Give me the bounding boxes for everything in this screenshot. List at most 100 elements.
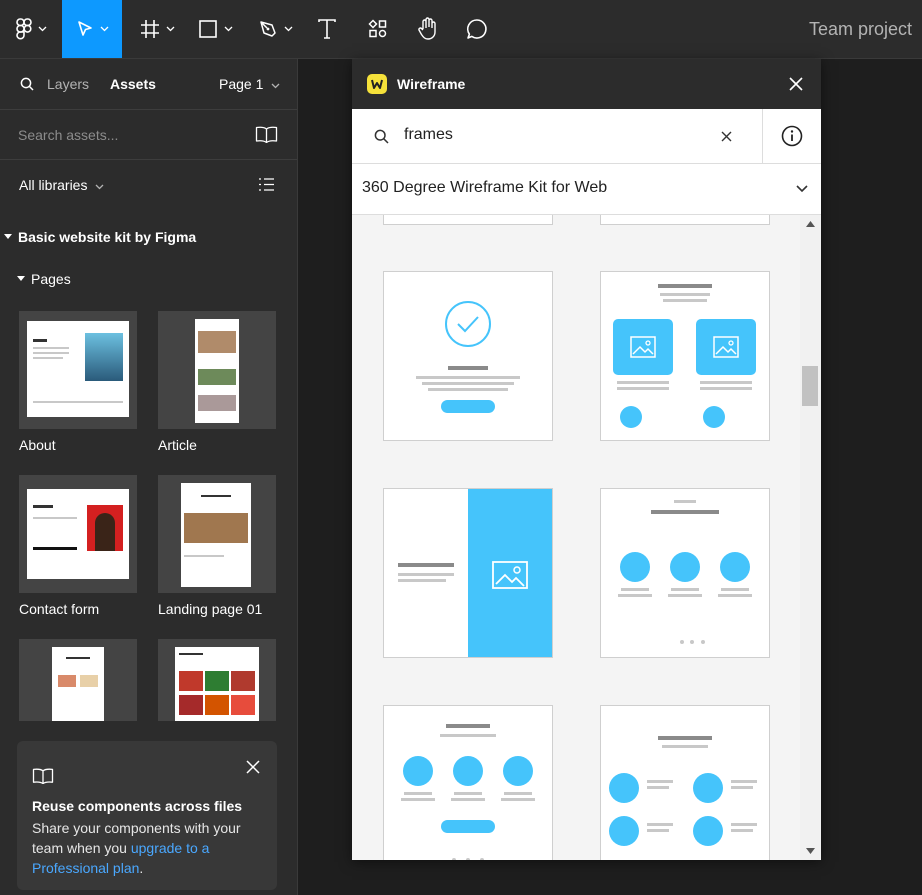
wireframe-card-two-images[interactable] bbox=[600, 271, 770, 441]
figma-menu-icon bbox=[15, 18, 32, 40]
info-icon[interactable] bbox=[781, 125, 803, 147]
clear-search-icon[interactable] bbox=[721, 131, 732, 142]
page-preview bbox=[175, 647, 259, 721]
page-selector[interactable]: Page 1 bbox=[219, 76, 280, 92]
image-placeholder-icon bbox=[468, 489, 552, 657]
library-name[interactable]: Basic website kit by Figma bbox=[18, 229, 196, 245]
plugin-title: Wireframe bbox=[397, 76, 466, 92]
kit-selector-label: 360 Degree Wireframe Kit for Web bbox=[362, 179, 608, 196]
callout-body: Share your components with your team whe… bbox=[32, 818, 267, 878]
upgrade-callout: Reuse components across files Share your… bbox=[17, 741, 277, 890]
move-tool-icon bbox=[77, 21, 92, 36]
search-icon bbox=[20, 77, 34, 91]
hand-tool-button[interactable] bbox=[406, 0, 450, 58]
pen-tool-button[interactable] bbox=[250, 0, 300, 58]
plugin-header: Wireframe bbox=[352, 59, 821, 109]
chevron-down-icon bbox=[166, 26, 174, 32]
chevron-down-icon bbox=[95, 184, 104, 190]
wireframe-card-split-hero[interactable] bbox=[383, 488, 553, 658]
chevron-down-icon bbox=[100, 26, 108, 32]
page-label: Landing page 01 bbox=[158, 601, 263, 617]
page-thumbnail-about[interactable] bbox=[19, 311, 137, 429]
divider bbox=[0, 109, 297, 110]
image-placeholder-icon bbox=[703, 406, 725, 428]
frame-tool-button[interactable] bbox=[132, 0, 182, 58]
page-thumbnail-landing-page-01[interactable] bbox=[158, 475, 276, 593]
comment-tool-button[interactable] bbox=[458, 0, 496, 58]
resources-icon bbox=[368, 19, 387, 38]
chevron-down-icon bbox=[38, 26, 46, 32]
user-avatar-icon bbox=[693, 816, 723, 846]
image-placeholder-icon bbox=[696, 319, 756, 375]
pen-tool-icon bbox=[259, 21, 276, 37]
wireframe-card-success[interactable] bbox=[383, 271, 553, 441]
chevron-down-icon bbox=[271, 83, 280, 89]
page-preview bbox=[195, 319, 239, 423]
caret-down-icon[interactable] bbox=[17, 276, 25, 282]
page-label: About bbox=[19, 437, 56, 453]
project-name[interactable]: Team project bbox=[809, 0, 912, 58]
page-preview bbox=[27, 321, 129, 417]
callout-text-end: . bbox=[139, 860, 144, 876]
scrollbar-thumb[interactable] bbox=[802, 366, 818, 406]
wireframe-card-three-features[interactable] bbox=[600, 488, 770, 658]
kit-selector[interactable]: 360 Degree Wireframe Kit for Web bbox=[352, 164, 821, 215]
user-avatar-icon bbox=[609, 816, 639, 846]
user-avatar-icon bbox=[693, 773, 723, 803]
callout-title: Reuse components across files bbox=[32, 798, 243, 814]
wireframe-card-features-button[interactable] bbox=[383, 705, 553, 860]
plugin-body: frames 360 Degree Wireframe Kit for Web bbox=[352, 109, 821, 860]
page-thumbnail[interactable] bbox=[158, 639, 276, 721]
list-view-icon[interactable] bbox=[258, 177, 275, 192]
page-thumbnail-article[interactable] bbox=[158, 311, 276, 429]
section-pages[interactable]: Pages bbox=[31, 271, 71, 287]
frame-tool-icon bbox=[140, 20, 159, 38]
chevron-down-icon bbox=[284, 26, 292, 32]
plugin-search-input[interactable]: frames bbox=[404, 126, 453, 144]
main-menu-button[interactable] bbox=[0, 0, 62, 58]
library-book-icon bbox=[32, 768, 54, 784]
text-tool-icon bbox=[318, 19, 336, 39]
asset-search-input[interactable]: Search assets... bbox=[18, 127, 118, 143]
hand-tool-icon bbox=[418, 17, 436, 40]
user-avatar-icon bbox=[609, 773, 639, 803]
plugin-scrollbar[interactable] bbox=[800, 215, 821, 860]
page-selector-label: Page 1 bbox=[219, 76, 264, 92]
scroll-up-icon[interactable] bbox=[806, 221, 815, 227]
comment-icon bbox=[466, 19, 487, 39]
chevron-down-icon bbox=[796, 185, 808, 193]
wireframe-card[interactable] bbox=[600, 215, 770, 225]
close-icon[interactable] bbox=[246, 760, 260, 774]
wireframe-grid bbox=[352, 215, 800, 860]
resources-button[interactable] bbox=[358, 0, 398, 58]
wireframe-card[interactable] bbox=[383, 215, 553, 225]
caret-down-icon[interactable] bbox=[4, 234, 12, 240]
tab-layers[interactable]: Layers bbox=[47, 76, 89, 92]
rectangle-icon bbox=[198, 20, 217, 38]
page-label: Article bbox=[158, 437, 197, 453]
page-preview bbox=[181, 483, 251, 587]
page-thumbnail-contact-form[interactable] bbox=[19, 475, 137, 593]
library-book-icon[interactable] bbox=[255, 126, 278, 143]
libraries-filter-label: All libraries bbox=[19, 177, 88, 193]
search-icon bbox=[374, 129, 389, 144]
tab-assets[interactable]: Assets bbox=[110, 76, 156, 92]
divider bbox=[762, 109, 763, 163]
page-preview bbox=[27, 489, 129, 579]
scroll-down-icon[interactable] bbox=[806, 848, 815, 854]
page-thumbnail[interactable] bbox=[19, 639, 137, 721]
plugin-search-bar: frames bbox=[352, 109, 821, 164]
checkmark-circle-icon bbox=[445, 301, 491, 347]
image-placeholder-icon bbox=[620, 406, 642, 428]
move-tool-button[interactable] bbox=[62, 0, 122, 58]
close-icon[interactable] bbox=[789, 77, 803, 91]
libraries-filter[interactable]: All libraries bbox=[19, 177, 104, 193]
image-placeholder-icon bbox=[613, 319, 673, 375]
page-label: Contact form bbox=[19, 601, 100, 617]
text-tool-button[interactable] bbox=[308, 0, 346, 58]
wireframe-card-team[interactable] bbox=[600, 705, 770, 860]
chevron-down-icon bbox=[224, 26, 232, 32]
divider bbox=[0, 159, 297, 160]
toolbar: Team project bbox=[0, 0, 922, 59]
shape-tool-button[interactable] bbox=[190, 0, 240, 58]
